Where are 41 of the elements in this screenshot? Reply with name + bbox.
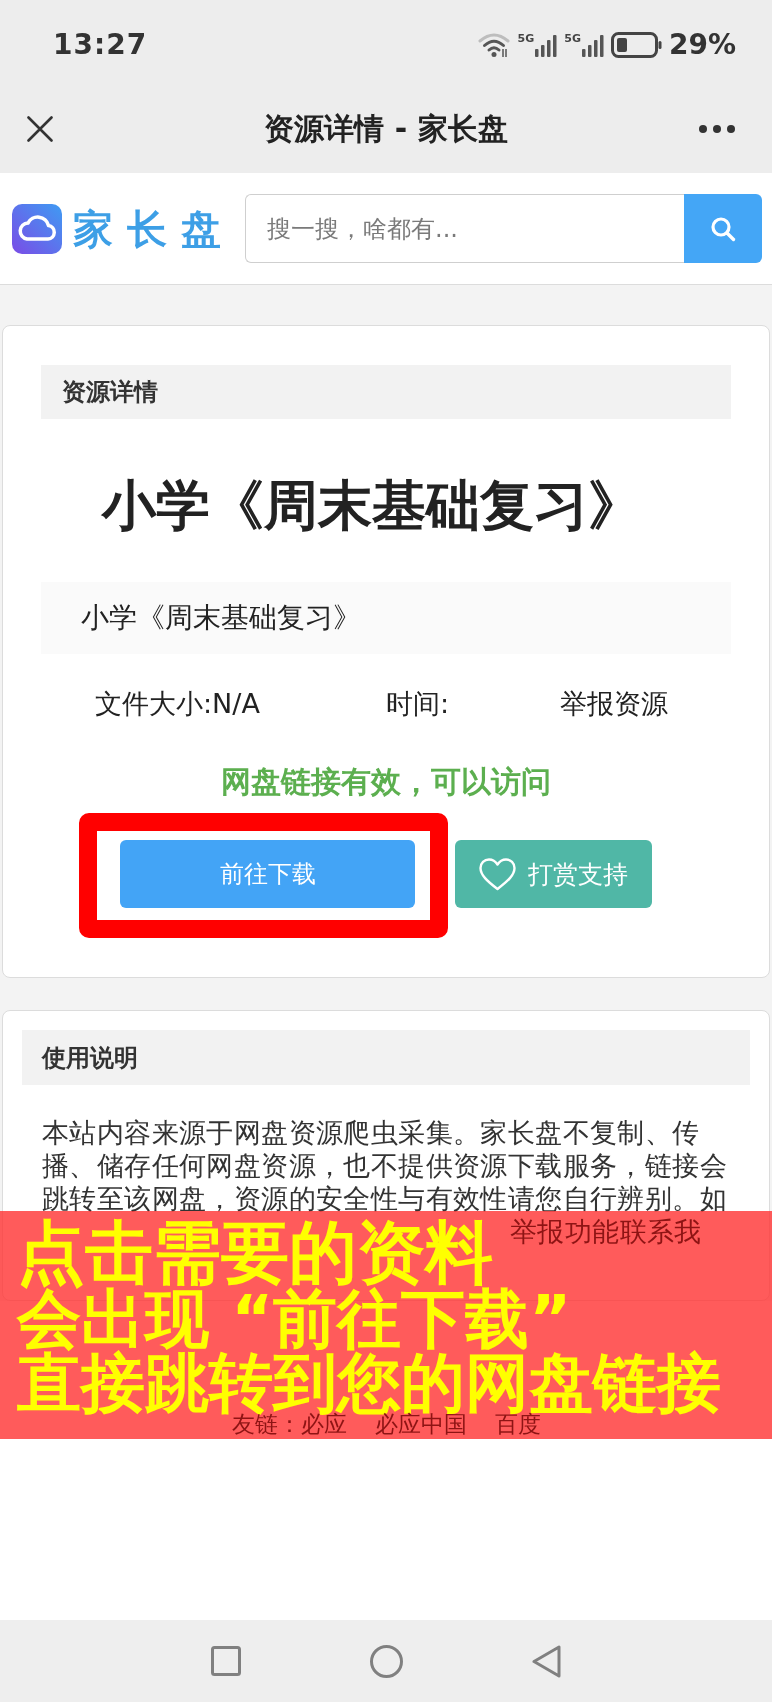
- search-icon: [710, 215, 736, 242]
- search-button[interactable]: [684, 194, 762, 263]
- more-menu-icon[interactable]: [699, 125, 735, 133]
- circle-icon: [370, 1644, 403, 1678]
- signal-bars-icon: [535, 32, 558, 57]
- back-button[interactable]: [532, 1644, 561, 1678]
- time-label: 时间:: [386, 687, 450, 721]
- cloud-logo-icon: [12, 203, 62, 254]
- brand-name[interactable]: 家长盘: [73, 203, 235, 254]
- download-button[interactable]: 前往下载: [120, 840, 415, 908]
- disclaimer-paragraph: 本站内容来源于网盘资源爬虫采集。家长盘不复制、传播、储存任何网盘资源，也不提供资源下载服务，链接会跳转至该网盘，资源的安全性与有效性请您自行辨别。如: [41, 1116, 728, 1215]
- section-heading: 资源详情: [41, 365, 731, 419]
- square-icon: [211, 1646, 241, 1676]
- friend-link[interactable]: 百度: [494, 1413, 541, 1436]
- network-type-label: 5G: [517, 32, 535, 45]
- search-field[interactable]: 搜一搜，啥都有...: [245, 194, 684, 263]
- network-type-label: 5G: [564, 32, 581, 45]
- resource-title: 小学《周末基础复习》: [100, 473, 643, 539]
- signal-bars-icon: [581, 32, 604, 57]
- file-size-text: 文件大小:N/A: [95, 687, 260, 721]
- caption-text: 直接跳转到您的网盘链接: [17, 1351, 721, 1415]
- caption-text: 点击需要的资料: [17, 1219, 493, 1287]
- back-triangle-icon: [532, 1644, 561, 1678]
- battery-icon: [610, 31, 662, 58]
- link-status-text: 网盘链接有效，可以访问: [221, 763, 551, 801]
- reward-button[interactable]: 打赏支持: [455, 840, 652, 908]
- close-icon[interactable]: [27, 116, 53, 142]
- heart-icon: [479, 857, 516, 891]
- report-link[interactable]: 举报资源: [560, 686, 668, 722]
- friend-link[interactable]: 必应中国: [374, 1413, 467, 1436]
- resource-name: 小学《周末基础复习》: [41, 582, 731, 654]
- battery-percentage: 29%: [668, 27, 736, 62]
- page-title: 资源详情 - 家长盘: [263, 110, 509, 148]
- caption-text: 会出现 “前往下载”: [17, 1287, 572, 1351]
- friend-link[interactable]: 必应: [300, 1413, 347, 1436]
- recent-apps-button[interactable]: [211, 1646, 241, 1676]
- wifi-icon: [477, 31, 511, 58]
- disclaimer-paragraph: 举报功能联系我: [510, 1215, 702, 1248]
- home-button[interactable]: [370, 1644, 403, 1678]
- clock-time: 13:27: [53, 27, 148, 62]
- section-heading: 使用说明: [22, 1030, 750, 1085]
